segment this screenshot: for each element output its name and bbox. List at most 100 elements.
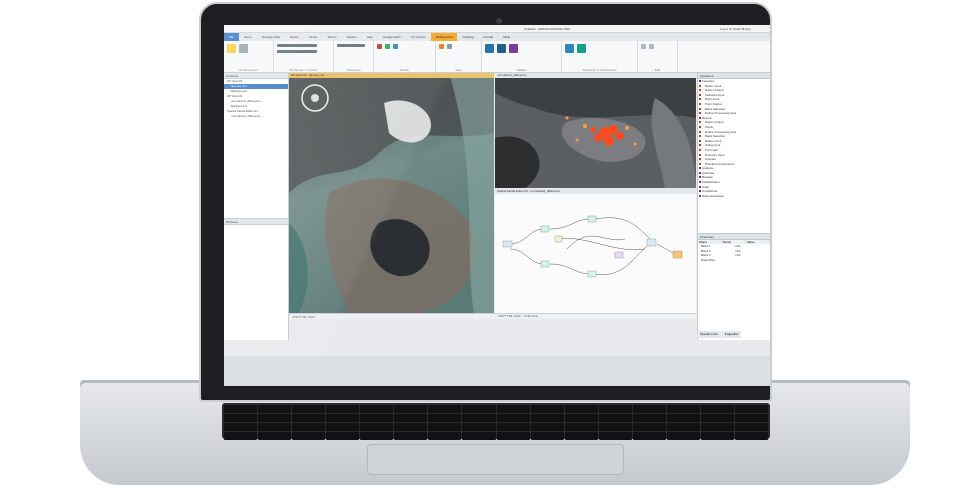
- model-node: [554, 235, 563, 243]
- fill-icon[interactable]: [641, 44, 646, 49]
- keyboard-key: [394, 405, 428, 413]
- model-node: [540, 225, 550, 233]
- keyboard-key: [224, 432, 258, 440]
- keyboard-key: [564, 423, 598, 431]
- tab-table[interactable]: Table: [498, 33, 515, 41]
- keyboard-key: [530, 405, 564, 413]
- user-login-link[interactable]: Log in To Smart M.App: [720, 27, 750, 31]
- keyboard-key: [530, 414, 564, 422]
- keyboard-key: [394, 432, 428, 440]
- keyboard-key: [360, 423, 394, 431]
- ribbon-group-brightness: Brightness / Contrast: [274, 41, 334, 73]
- sharpness-slider[interactable]: [337, 44, 365, 47]
- blue-band-icon[interactable]: [392, 44, 398, 49]
- ribbon-tabs: File Home Manage Data Raster Vector Terr…: [224, 33, 770, 41]
- keyboard-key: [326, 432, 360, 440]
- ndvi-image: [495, 78, 696, 188]
- model-node: [614, 251, 624, 259]
- nearest-neighbor-icon[interactable]: [439, 44, 444, 49]
- contrast-slider[interactable]: [277, 50, 317, 53]
- interpolate-icon[interactable]: [648, 44, 654, 49]
- keyboard-key: [224, 414, 258, 422]
- control-points-icon[interactable]: [565, 44, 574, 53]
- ndvi-view-2d-2[interactable]: [495, 78, 696, 188]
- green-band-icon[interactable]: [384, 44, 390, 49]
- keyboard-key: [428, 432, 462, 440]
- operator-category[interactable]: Data Generation: [698, 194, 770, 199]
- window-title: Untitled1 - ERDAS IMAGINE 2018: [524, 27, 570, 31]
- tab-google-earth[interactable]: Google Earth: [378, 33, 406, 41]
- model-node: [646, 238, 657, 247]
- adjust-radiometry-icon[interactable]: [227, 44, 236, 53]
- tab-properties[interactable]: Properties: [721, 331, 742, 338]
- model-node: [587, 270, 597, 278]
- tree-item[interactable]: normalized_difference: [224, 114, 288, 119]
- keyboard-key: [564, 405, 598, 413]
- keyboard-key: [734, 414, 768, 422]
- status-bar-right: 479777.69, 6702... UTM Zone: [495, 313, 696, 319]
- keyboard-key: [360, 414, 394, 422]
- keyboard-key: [598, 432, 632, 440]
- keyboard-key: [496, 405, 530, 413]
- retriever-title: Retriever: [224, 219, 288, 225]
- tab-manage-data[interactable]: Manage Data: [257, 33, 285, 41]
- model-node-raster-output: [672, 250, 683, 259]
- keyboard-key: [462, 423, 496, 431]
- keyboard-key: [326, 423, 360, 431]
- dra-icon[interactable]: [238, 44, 248, 53]
- keyboard: [222, 403, 770, 440]
- red-band-icon[interactable]: [377, 44, 382, 49]
- tab-file[interactable]: File: [224, 33, 239, 41]
- keyboard-key: [564, 432, 598, 440]
- pyramids-icon[interactable]: [508, 44, 518, 53]
- keyboard-key: [564, 414, 598, 422]
- keyboard-key: [292, 423, 326, 431]
- transparency-icon[interactable]: [446, 44, 452, 49]
- keyboard-key: [598, 414, 632, 422]
- keyboard-key: [394, 423, 428, 431]
- spatial-model-editor[interactable]: [495, 194, 696, 313]
- keyboard-key: [326, 405, 360, 413]
- ribbon-group-view: View: [436, 41, 482, 73]
- keyboard-key: [428, 414, 462, 422]
- ribbon-group-utilities: Utilities: [482, 41, 562, 73]
- keyboard-key: [666, 432, 700, 440]
- tab-uv-vectors[interactable]: UV Vectors: [406, 33, 431, 41]
- contents-panel: Contents 2D View #1 deurpel_12... Backgr…: [224, 73, 289, 218]
- ribbon-group-sharpness: Sharpness: [334, 41, 374, 73]
- operators-list: Favorites Raster Input Raster Output Featur…: [698, 79, 770, 198]
- keyboard-key: [632, 414, 666, 422]
- table-row[interactable]: RasterFile...: [698, 258, 770, 263]
- keyboard-key: [700, 405, 734, 413]
- satellite-view-2d-1[interactable]: [289, 73, 494, 313]
- keyboard-key: [496, 414, 530, 422]
- tab-home[interactable]: Home: [239, 33, 257, 41]
- camera-icon: [496, 18, 502, 24]
- tab-raster[interactable]: Raster: [285, 33, 304, 41]
- properties-panel: Properties Share Name Value Band 1 N/A Ba…: [697, 233, 770, 340]
- ribbon-group-edit: Edit: [638, 41, 678, 73]
- tab-drawing[interactable]: Drawing: [457, 33, 478, 41]
- tab-terrain[interactable]: Terrain: [322, 33, 341, 41]
- tab-operator-info[interactable]: Operator Info: [697, 331, 721, 338]
- tab-format[interactable]: Format: [478, 33, 498, 41]
- tab-toolbox[interactable]: Toolbox: [341, 33, 361, 41]
- keyboard-key: [394, 414, 428, 422]
- check-accuracy-icon[interactable]: [576, 44, 586, 53]
- keyboard-key: [258, 432, 292, 440]
- tab-multispectral[interactable]: Multispectral: [430, 33, 458, 41]
- keyboard-key: [462, 432, 496, 440]
- tab-vector[interactable]: Vector: [304, 33, 323, 41]
- keyboard-key: [666, 423, 700, 431]
- brightness-slider[interactable]: [277, 44, 317, 47]
- subset-chip-icon[interactable]: [485, 44, 494, 53]
- tab-help[interactable]: Help: [362, 33, 378, 41]
- spectral-profile-icon[interactable]: [496, 44, 506, 53]
- keyboard-key: [632, 405, 666, 413]
- keyboard-key: [632, 432, 666, 440]
- keyboard-key: [292, 414, 326, 422]
- keyboard-key: [326, 414, 360, 422]
- trackpad: [367, 444, 624, 475]
- view-left-title[interactable]: 2D View #1 : deurpel_12...: [289, 73, 494, 78]
- ribbon: Enhancement Brightness / Contrast Sharpn…: [224, 41, 770, 73]
